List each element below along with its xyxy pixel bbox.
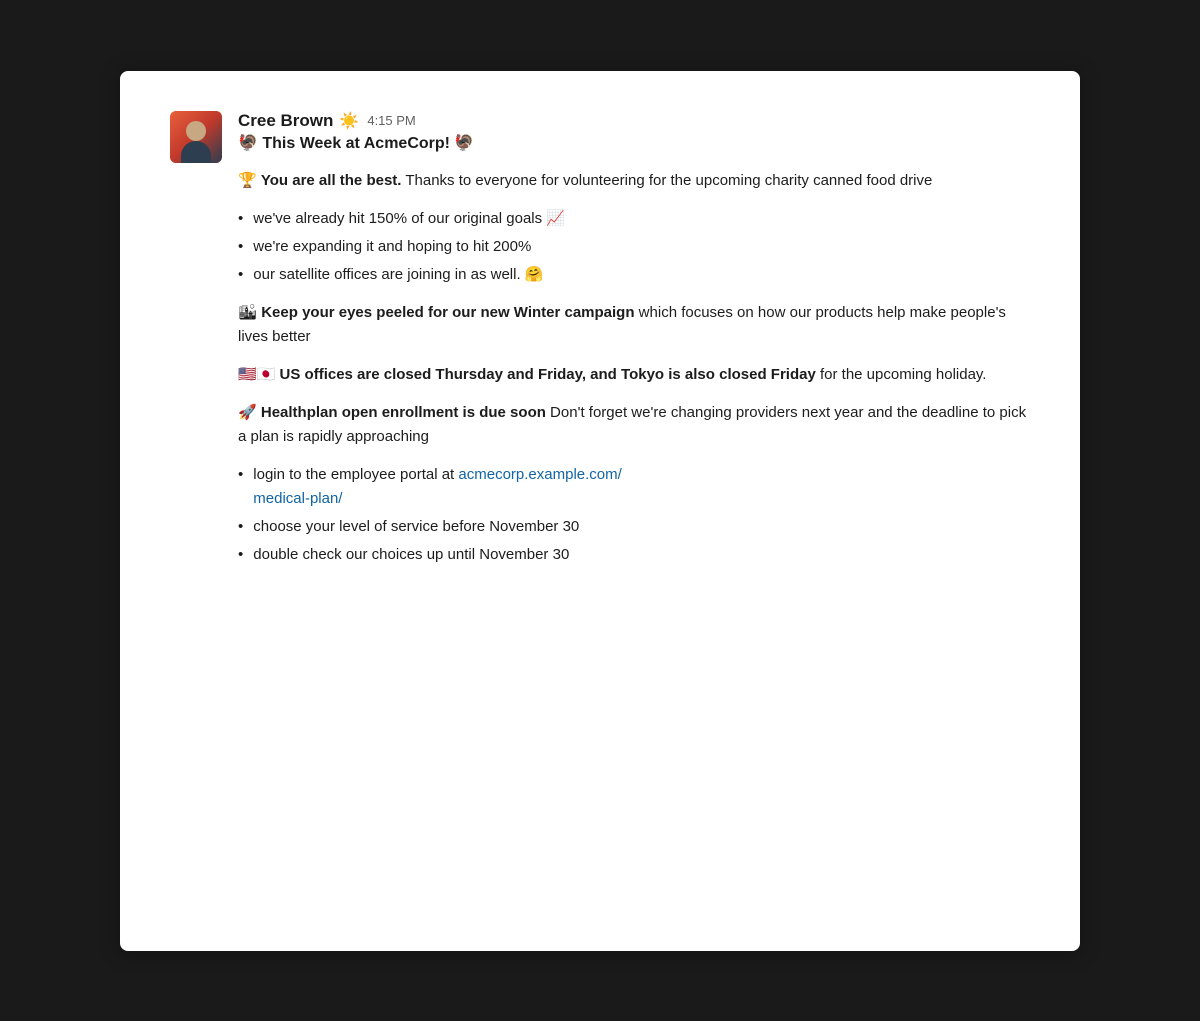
bullet-dot: • bbox=[238, 463, 243, 487]
section-winter: 🏙 Keep your eyes peeled for our new Wint… bbox=[238, 301, 1030, 349]
section-healthplan: 🚀 Healthplan open enrollment is due soon… bbox=[238, 401, 1030, 449]
message-card: Cree Brown ☀️ 4:15 PM 🦃 This Week at Acm… bbox=[120, 71, 1080, 951]
avatar bbox=[170, 111, 222, 163]
bullet-text: we've already hit 150% of our original g… bbox=[253, 207, 565, 231]
best-text: Thanks to everyone for volunteering for … bbox=[401, 172, 932, 189]
bullet-text: double check our choices up until Novemb… bbox=[253, 543, 569, 567]
message-container: Cree Brown ☀️ 4:15 PM 🦃 This Week at Acm… bbox=[170, 111, 1030, 581]
list-item: • we've already hit 150% of our original… bbox=[238, 207, 1030, 231]
bullet-text: choose your level of service before Nove… bbox=[253, 515, 579, 539]
section-best: 🏆 You are all the best. Thanks to everyo… bbox=[238, 169, 1030, 193]
bullet-text: login to the employee portal at acmecorp… bbox=[253, 463, 622, 511]
section-offices: 🇺🇸🇯🇵 US offices are closed Thursday and … bbox=[238, 363, 1030, 387]
bullet-dot: • bbox=[238, 207, 243, 231]
flags-emoji: 🇺🇸🇯🇵 bbox=[238, 366, 280, 383]
list-item: • double check our choices up until Nove… bbox=[238, 543, 1030, 567]
post-title: 🦃 This Week at AcmeCorp! 🦃 bbox=[238, 133, 1030, 153]
timestamp: 4:15 PM bbox=[367, 113, 415, 128]
bullet-dot: • bbox=[238, 235, 243, 259]
list-item: • we're expanding it and hoping to hit 2… bbox=[238, 235, 1030, 259]
offices-bold: US offices are closed Thursday and Frida… bbox=[280, 366, 816, 383]
building-emoji: 🏙 bbox=[238, 304, 261, 321]
healthplan-bold: Healthplan open enrollment is due soon bbox=[261, 404, 546, 421]
offices-text: for the upcoming holiday. bbox=[816, 366, 987, 383]
avatar-image bbox=[170, 111, 222, 163]
bullet-dot: • bbox=[238, 515, 243, 539]
list-item: • choose your level of service before No… bbox=[238, 515, 1030, 539]
rocket-emoji: 🚀 bbox=[238, 404, 261, 421]
portal-link[interactable]: acmecorp.example.com/medical-plan/ bbox=[253, 466, 622, 507]
message-body: Cree Brown ☀️ 4:15 PM 🦃 This Week at Acm… bbox=[238, 111, 1030, 581]
author-name: Cree Brown bbox=[238, 111, 333, 131]
bullet-list-1: • we've already hit 150% of our original… bbox=[238, 207, 1030, 287]
bullet-text: we're expanding it and hoping to hit 200… bbox=[253, 235, 531, 259]
bullet-dot: • bbox=[238, 543, 243, 567]
list-item: • login to the employee portal at acmeco… bbox=[238, 463, 1030, 511]
trophy-emoji: 🏆 bbox=[238, 172, 261, 189]
best-bold: You are all the best. bbox=[261, 172, 402, 189]
bullet-text: our satellite offices are joining in as … bbox=[253, 263, 543, 287]
sun-emoji: ☀️ bbox=[339, 111, 359, 131]
bullet-dot: • bbox=[238, 263, 243, 287]
message-content: 🏆 You are all the best. Thanks to everyo… bbox=[238, 169, 1030, 567]
list-item: • our satellite offices are joining in a… bbox=[238, 263, 1030, 287]
winter-bold: Keep your eyes peeled for our new Winter… bbox=[261, 304, 634, 321]
bullet-list-2: • login to the employee portal at acmeco… bbox=[238, 463, 1030, 567]
message-header: Cree Brown ☀️ 4:15 PM bbox=[238, 111, 1030, 131]
